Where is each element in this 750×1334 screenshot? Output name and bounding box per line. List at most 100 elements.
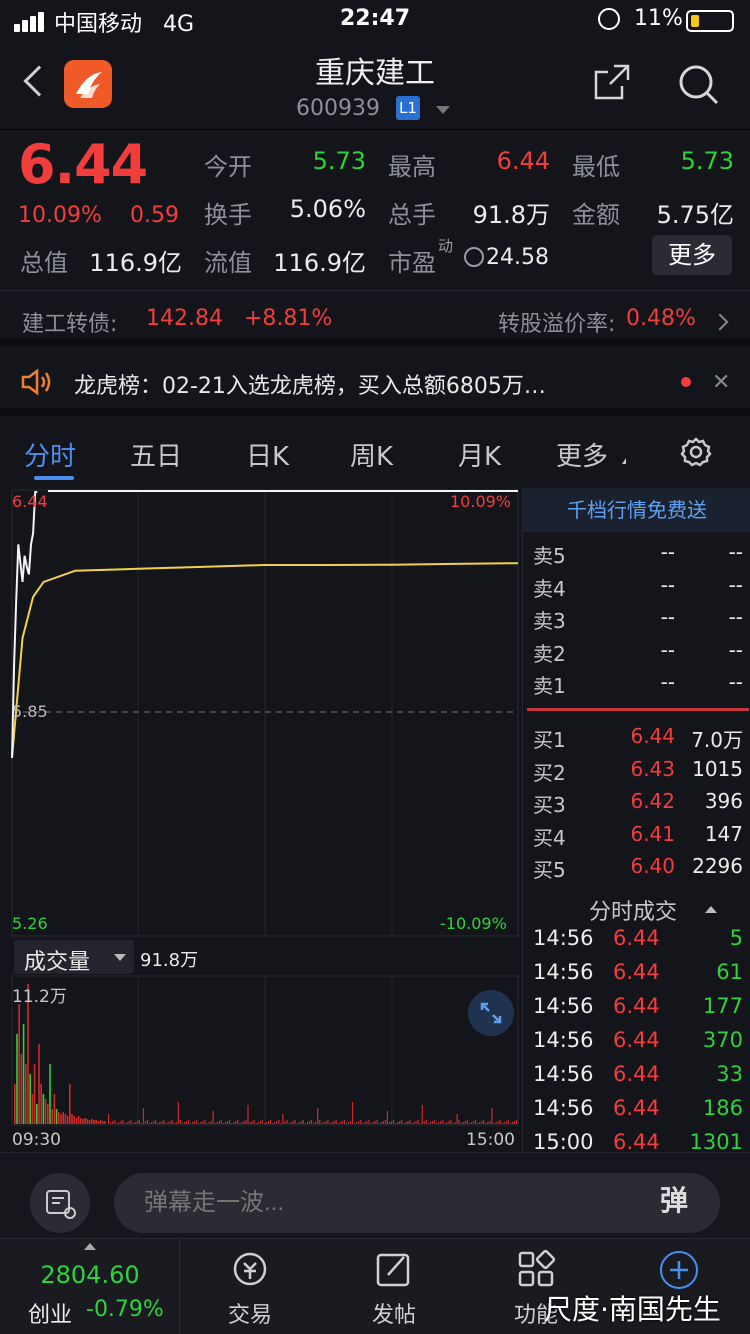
order-book: 千档行情免费送 分时成交 卖5 -- -- 卖4 -- -- 卖3 -- -- 卖2 -- -- 卖1-… [522,488,750,1154]
volume-bar [187,1120,190,1124]
volume-bar [442,1120,444,1124]
volume-bar [360,1120,362,1124]
volume-bar [306,1122,309,1124]
bond-price: 142.84 [146,306,223,331]
chart-top-price: 6.44 [12,492,48,511]
volume-bar [194,1121,196,1124]
volume-bar [95,1120,97,1124]
turnover-value: 5.06% [289,195,366,223]
promo-banner[interactable]: 千档行情免费送 [523,488,750,532]
volume-bar [274,1122,276,1124]
ask-row[interactable]: 卖1 -- -- [533,670,747,702]
volume-bar [460,1123,462,1124]
grid-icon [516,1249,556,1289]
volume-bar [190,1123,192,1124]
period-tabs: 分时 五日 日K 周K 月K 更多 [0,424,750,488]
ask-volume: -- [728,670,743,694]
danmu-toggle-button[interactable]: 弹 [660,1179,712,1227]
tab-daily-k[interactable]: 日K [246,436,289,473]
volume-bar [382,1121,384,1124]
bond-change: +8.81% [244,306,333,331]
volume-bar [325,1121,327,1124]
ask-row[interactable]: 卖2 -- -- [533,638,747,670]
tab-intraday[interactable]: 分时 [24,436,76,473]
share-icon[interactable] [592,62,632,102]
volume-bar [47,1104,49,1124]
tick-volume: 177 [702,994,743,1018]
volume-bar [267,1121,270,1124]
volume-bar [493,1123,495,1124]
tab-post-label: 发帖 [371,1303,416,1328]
stock-code[interactable]: 600939 [296,96,380,121]
level-badge[interactable]: L1 [396,96,420,120]
tab-monthly-k[interactable]: 月K [458,436,501,473]
ask-row[interactable]: 卖5 -- -- [533,540,747,572]
news-ticker[interactable]: 龙虎榜：02-21入选龙虎榜，买入总额6805万… ✕ [0,354,750,416]
volume-bar [71,1114,73,1124]
volume-bar [36,1104,38,1124]
search-icon[interactable] [676,62,720,106]
plus-icon[interactable] [660,1251,698,1289]
volume-bar [33,1064,36,1124]
market-cap-label: 总值 [20,249,68,277]
volume-bar [99,1120,102,1124]
bid-row[interactable]: 买5 6.40 2296 [533,854,747,886]
chevron-right-icon[interactable] [711,313,729,331]
more-button[interactable]: 更多 [652,235,732,275]
bid-row[interactable]: 买2 6.43 1015 [533,757,747,789]
volume-bar [351,1102,354,1124]
pe-superscript: 动 [438,237,454,255]
info-icon[interactable] [464,247,484,267]
volume-bar [82,1119,84,1124]
convertible-bond-row[interactable]: 建工转债: 142.84 +8.81% 转股溢价率: 0.48% [0,292,750,346]
expand-icon[interactable] [468,990,514,1036]
bid-volume: 7.0万 [691,728,743,752]
message-settings-icon[interactable] [30,1173,90,1233]
volume-bar [505,1121,507,1124]
chevron-up-icon[interactable] [705,906,717,913]
volume-bar [390,1121,393,1124]
volume-bar [419,1123,421,1124]
volume-bar [42,1094,45,1124]
volume-bar [376,1120,378,1124]
battery-percent: 11% [634,6,683,31]
gear-icon[interactable] [680,436,712,468]
tab-five-day[interactable]: 五日 [130,436,182,473]
volume-bar [179,1120,181,1124]
ask-row[interactable]: 卖4 -- -- [533,573,747,605]
stock-name[interactable]: 重庆建工 [0,48,750,92]
ticks-title[interactable]: 分时成交 [589,894,677,926]
close-icon[interactable]: ✕ [712,370,730,395]
volume-bar [233,1122,235,1124]
volume-bar [433,1120,436,1124]
tab-more[interactable]: 更多 [556,436,608,473]
tick-row: 14:56 6.44 177 [533,994,747,1028]
volume-bar [31,1094,34,1124]
tab-post[interactable]: 发帖 [324,1239,464,1334]
news-text[interactable]: 龙虎榜：02-21入选龙虎榜，买入总额6805万… [74,368,644,400]
premium-label: 转股溢价率: [498,312,616,337]
volume-bar [468,1123,470,1124]
volume-bar [511,1122,514,1124]
ask-row[interactable]: 卖3 -- -- [533,605,747,637]
volume-bar [77,1116,80,1124]
danmu-input[interactable] [114,1173,720,1233]
bid-row[interactable]: 买4 6.41 147 [533,822,747,854]
volume-bar [497,1121,499,1124]
intraday-chart[interactable]: 6.44 10.09% 5.85 5.26 -10.09% 成交量 91.8万 … [0,488,522,1152]
volume-bar [417,1120,419,1124]
volume-bar [399,1121,401,1124]
tab-trade[interactable]: 交易 [180,1239,320,1334]
volume-bar [310,1120,313,1124]
volume-bar [269,1120,272,1124]
bid-row[interactable]: 买3 6.42 396 [533,789,747,821]
bid-row[interactable]: 买1 6.44 7.0万 [533,724,747,756]
tick-row: 14:56 6.44 61 [533,960,747,994]
volume-selector[interactable]: 成交量 [14,940,134,975]
volume-bar [409,1120,411,1124]
chevron-down-icon[interactable] [436,106,450,114]
volume-bar [110,1122,112,1124]
index-ticker[interactable]: 2804.60 创业 -0.79% [0,1239,180,1334]
tab-weekly-k[interactable]: 周K [350,436,393,473]
chart-bottom-price: 5.26 [12,914,48,933]
